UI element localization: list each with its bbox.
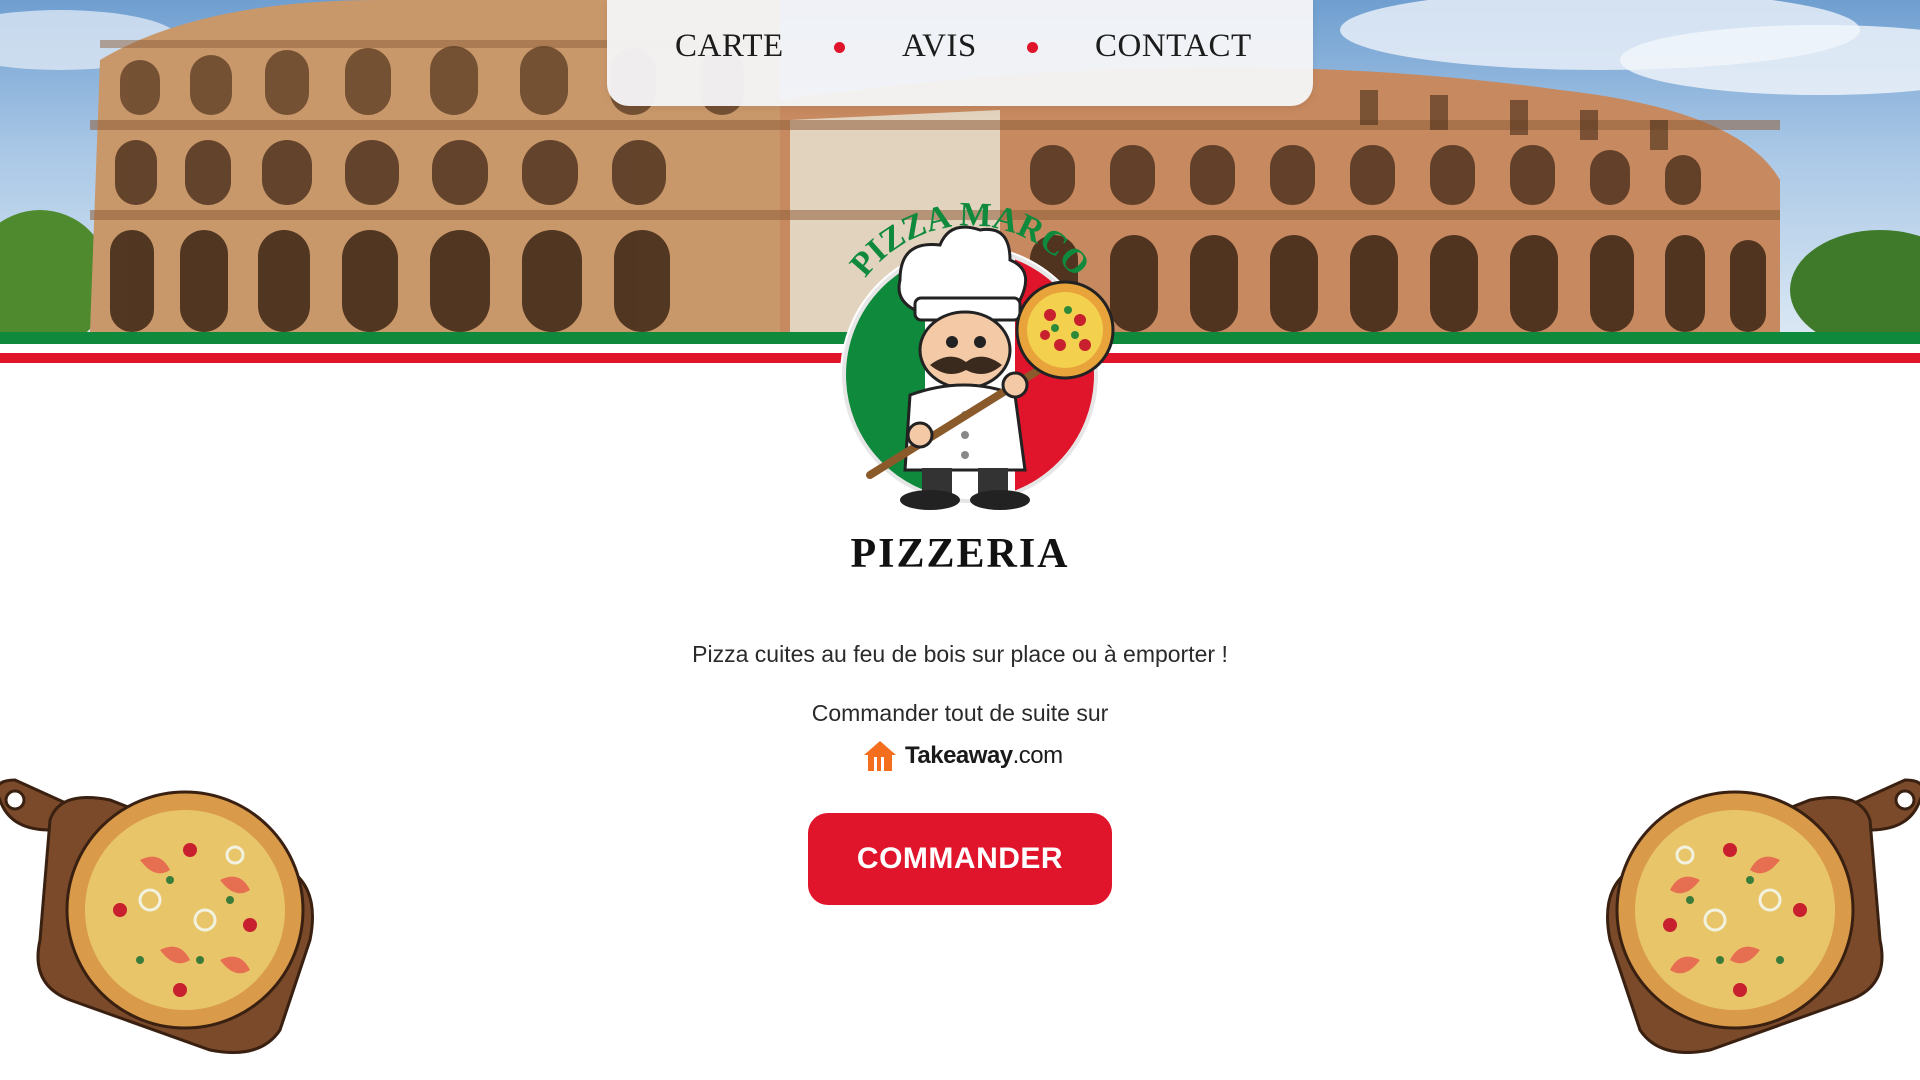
brand-title: PIZZERIA: [850, 531, 1070, 577]
chef-mascot-icon: PIZZA MARCO: [840, 196, 1115, 510]
nav-link-contact[interactable]: CONTACT: [1095, 28, 1252, 65]
nav-separator-dot: [834, 42, 845, 53]
takeaway-wordmark: Takeaway.com: [905, 742, 1063, 769]
nav-separator-dot: [1027, 42, 1038, 53]
top-navigation: CARTE AVIS CONTACT: [607, 0, 1313, 106]
nav-link-carte[interactable]: CARTE: [675, 28, 784, 65]
order-button[interactable]: COMMANDER: [808, 813, 1112, 905]
order-prompt-text: Commander tout de suite sur: [811, 700, 1109, 726]
takeaway-logo[interactable]: Takeaway.com: [860, 735, 1063, 775]
pizza-marco-logo[interactable]: PIZZA MARCO: [800, 196, 1140, 540]
pizza-board-right-image: [1590, 760, 1920, 1060]
tagline-text: Pizza cuites au feu de bois sur place ou…: [692, 641, 1228, 667]
pizza-board-left-image: [0, 760, 330, 1060]
nav-link-avis[interactable]: AVIS: [902, 28, 977, 65]
takeaway-house-icon: [864, 741, 896, 771]
